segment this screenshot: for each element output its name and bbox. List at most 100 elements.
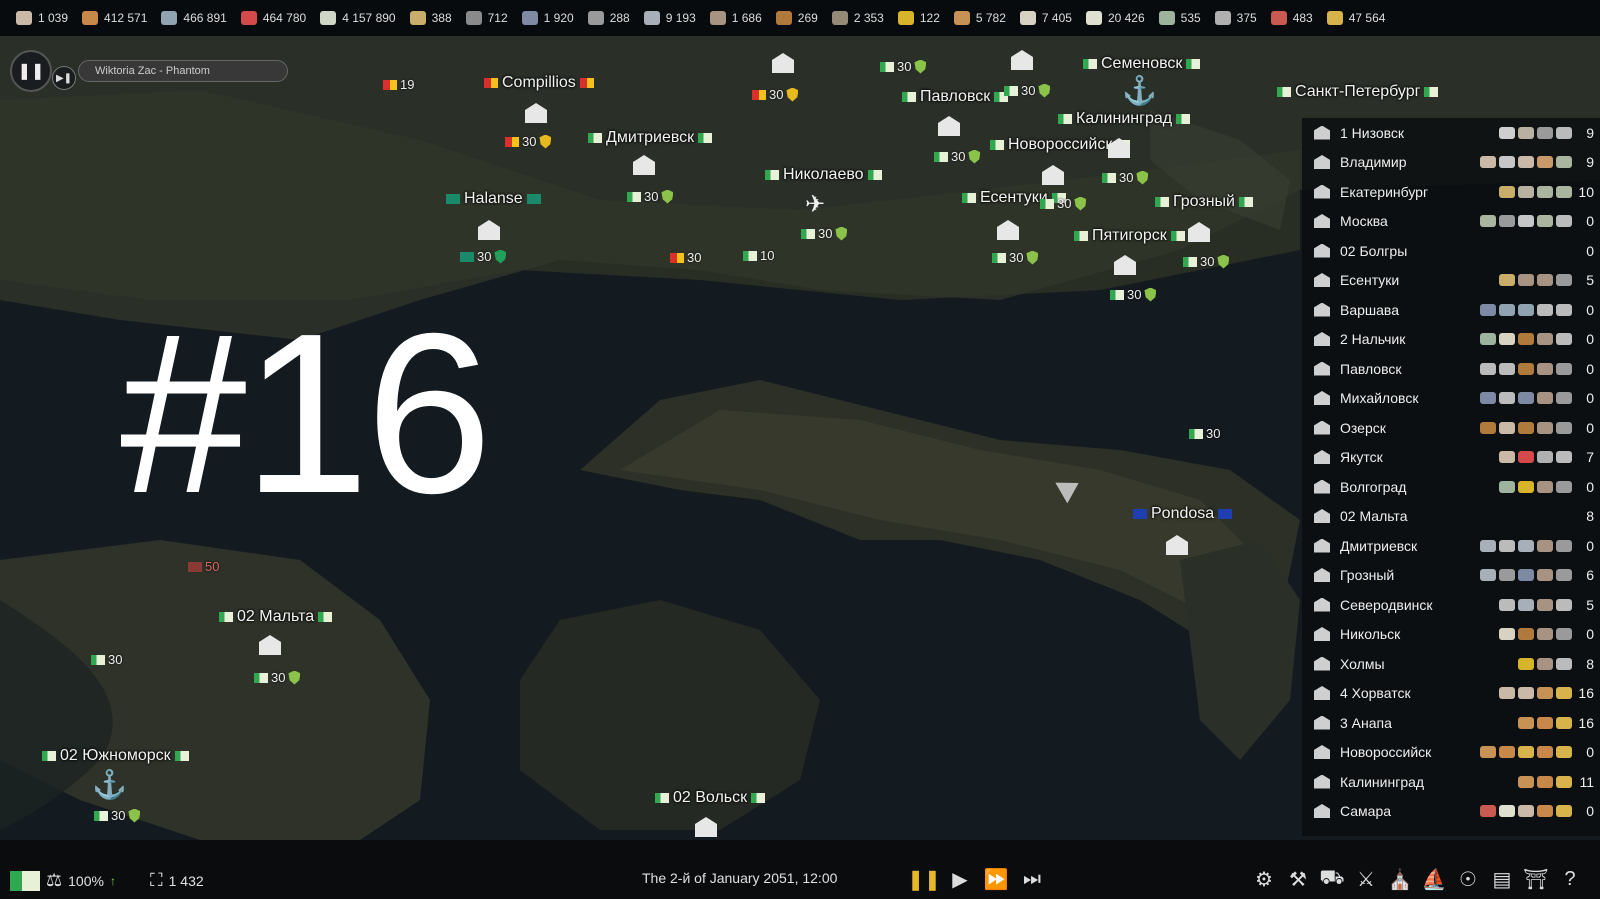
resource-counter[interactable]: 1 039 bbox=[16, 11, 68, 25]
globe-icon[interactable]: ☉ bbox=[1454, 865, 1482, 893]
settlement-row[interactable]: Есентуки 5 bbox=[1302, 266, 1600, 295]
resource-counter[interactable]: 7 405 bbox=[1019, 11, 1072, 25]
settlement-row[interactable]: Озерск 0 bbox=[1302, 413, 1600, 442]
skip-track-button[interactable]: ▶❚ bbox=[52, 66, 76, 90]
resource-counter[interactable]: 712 bbox=[465, 11, 508, 25]
army-marker[interactable]: 30 bbox=[1102, 170, 1149, 185]
port-anchor-icon[interactable]: ⚓ bbox=[1122, 74, 1157, 107]
settlement-row[interactable]: Северодвинск 5 bbox=[1302, 590, 1600, 619]
settlement-row[interactable]: Самара 0 bbox=[1302, 797, 1600, 826]
city-label[interactable]: Николаево bbox=[765, 166, 882, 184]
ship-icon[interactable]: ⛵ bbox=[1420, 865, 1448, 893]
pause-music-button[interactable]: ❚❚ bbox=[10, 50, 52, 92]
army-marker[interactable]: 30 bbox=[94, 808, 141, 823]
city-label[interactable]: 02 Южноморск bbox=[42, 747, 189, 765]
army-marker[interactable]: 30 bbox=[505, 134, 552, 149]
resource-counter[interactable]: 1 920 bbox=[521, 11, 574, 25]
city-label[interactable]: Pondosa bbox=[1133, 505, 1233, 523]
resource-counter[interactable]: 412 571 bbox=[82, 11, 147, 25]
city-label[interactable]: Семеновск bbox=[1083, 55, 1201, 73]
army-marker[interactable]: 30 bbox=[254, 670, 301, 685]
fast-forward-button[interactable]: ⏩ bbox=[982, 866, 1010, 892]
city-label[interactable]: Пятигорск bbox=[1074, 227, 1185, 245]
construction-crane-icon[interactable]: ⚒ bbox=[1284, 865, 1312, 893]
city-label[interactable]: Halanse bbox=[446, 190, 541, 208]
settlement-row[interactable]: Якутск 7 bbox=[1302, 443, 1600, 472]
city-label[interactable]: Compillios bbox=[484, 74, 594, 92]
army-marker[interactable]: 19 bbox=[383, 77, 414, 92]
settlement-row[interactable]: Владимир 9 bbox=[1302, 148, 1600, 177]
settlement-row[interactable]: Никольск 0 bbox=[1302, 620, 1600, 649]
settlement-row[interactable]: Новороссийск 0 bbox=[1302, 738, 1600, 767]
settlement-row[interactable]: 02 Мальта 8 bbox=[1302, 502, 1600, 531]
army-marker[interactable]: 30 bbox=[1004, 83, 1051, 98]
settlement-row[interactable]: 4 Хорватск 16 bbox=[1302, 679, 1600, 708]
help-icon[interactable]: ? bbox=[1556, 865, 1584, 893]
resource-counter[interactable]: 375 bbox=[1214, 11, 1257, 25]
city-label[interactable]: Павловск bbox=[902, 88, 1009, 106]
industry-icon[interactable]: ⛪ bbox=[1386, 865, 1414, 893]
settlement-row[interactable]: 02 Болгры 0 bbox=[1302, 236, 1600, 265]
approval-indicator[interactable]: ⚖ 100% ↑ bbox=[10, 870, 116, 891]
resource-counter[interactable]: 2 353 bbox=[831, 11, 884, 25]
army-marker[interactable]: 30 bbox=[627, 189, 674, 204]
settlement-row[interactable]: Дмитриевск 0 bbox=[1302, 531, 1600, 560]
city-label[interactable]: 02 Вольск bbox=[655, 789, 766, 807]
play-button[interactable]: ▶ bbox=[946, 866, 974, 892]
settlement-row[interactable]: Михайловск 0 bbox=[1302, 384, 1600, 413]
fastest-button[interactable]: ⏭ bbox=[1018, 866, 1046, 892]
settlement-row[interactable]: 1 Низовск 9 bbox=[1302, 118, 1600, 147]
city-label[interactable]: Калининград bbox=[1058, 110, 1191, 128]
army-marker[interactable]: 30 bbox=[801, 226, 848, 241]
city-label[interactable]: Санкт-Петербург bbox=[1277, 83, 1439, 101]
army-marker[interactable]: 30 bbox=[934, 149, 981, 164]
settings-gear-icon[interactable]: ⚙ bbox=[1250, 865, 1278, 893]
military-icon[interactable]: ⚔ bbox=[1352, 865, 1380, 893]
city-label[interactable]: 02 Мальта bbox=[219, 608, 333, 626]
resource-counter[interactable]: 464 780 bbox=[240, 11, 306, 25]
settlement-row[interactable]: Волгоград 0 bbox=[1302, 472, 1600, 501]
settlement-row[interactable]: Грозный 6 bbox=[1302, 561, 1600, 590]
settlement-row[interactable]: Павловск 0 bbox=[1302, 354, 1600, 383]
army-marker[interactable]: 30 bbox=[752, 87, 799, 102]
resource-counter[interactable]: 1 686 bbox=[709, 11, 762, 25]
settlement-row[interactable]: Варшава 0 bbox=[1302, 295, 1600, 324]
army-marker[interactable]: 30 bbox=[1040, 196, 1087, 211]
resource-counter[interactable]: 122 bbox=[897, 11, 940, 25]
port-anchor-icon[interactable]: ⚓ bbox=[92, 768, 127, 801]
army-marker[interactable]: 30 bbox=[1110, 287, 1157, 302]
army-marker[interactable]: 30 bbox=[1189, 426, 1220, 441]
transport-icon[interactable]: ⛟ bbox=[1318, 865, 1346, 893]
settlement-row[interactable]: 3 Анапа 16 bbox=[1302, 708, 1600, 737]
government-icon[interactable]: ⛩ bbox=[1522, 865, 1550, 893]
settlement-row[interactable]: 2 Нальчик 0 bbox=[1302, 325, 1600, 354]
resource-counter[interactable]: 288 bbox=[587, 11, 630, 25]
resource-counter[interactable]: 4 157 890 bbox=[320, 11, 396, 25]
resource-counter[interactable]: 9 193 bbox=[643, 11, 696, 25]
resource-counter[interactable]: 20 426 bbox=[1085, 11, 1145, 25]
resource-counter[interactable]: 535 bbox=[1158, 11, 1201, 25]
army-marker[interactable]: 30 bbox=[880, 59, 927, 74]
resource-counter[interactable]: 5 782 bbox=[953, 11, 1006, 25]
settlement-row[interactable]: Екатеринбург 10 bbox=[1302, 177, 1600, 206]
army-marker[interactable]: 30 bbox=[670, 250, 701, 265]
statistics-icon[interactable]: ▤ bbox=[1488, 865, 1516, 893]
army-marker[interactable]: 30 bbox=[91, 652, 122, 667]
army-marker[interactable]: 10 bbox=[743, 248, 774, 263]
army-marker[interactable]: 30 bbox=[1183, 254, 1230, 269]
army-marker[interactable]: 50 bbox=[188, 559, 219, 574]
resource-counter[interactable]: 269 bbox=[775, 11, 818, 25]
city-label[interactable]: Грозный bbox=[1155, 193, 1253, 211]
resource-counter[interactable]: 47 564 bbox=[1326, 11, 1385, 25]
army-marker[interactable]: 30 bbox=[992, 250, 1039, 265]
settlement-row[interactable]: Холмы 8 bbox=[1302, 649, 1600, 678]
city-label[interactable]: Дмитриевск bbox=[588, 129, 713, 147]
settlement-row[interactable]: Москва 0 bbox=[1302, 207, 1600, 236]
resource-counter[interactable]: 388 bbox=[409, 11, 452, 25]
airport-icon[interactable]: ✈ bbox=[805, 190, 825, 219]
pause-button[interactable]: ❚❚ bbox=[907, 866, 941, 892]
army-marker[interactable]: 30 bbox=[460, 249, 507, 264]
resource-counter[interactable]: 483 bbox=[1270, 11, 1313, 25]
settlement-row[interactable]: Калининград 11 bbox=[1302, 767, 1600, 796]
resource-counter[interactable]: 466 891 bbox=[161, 11, 227, 25]
